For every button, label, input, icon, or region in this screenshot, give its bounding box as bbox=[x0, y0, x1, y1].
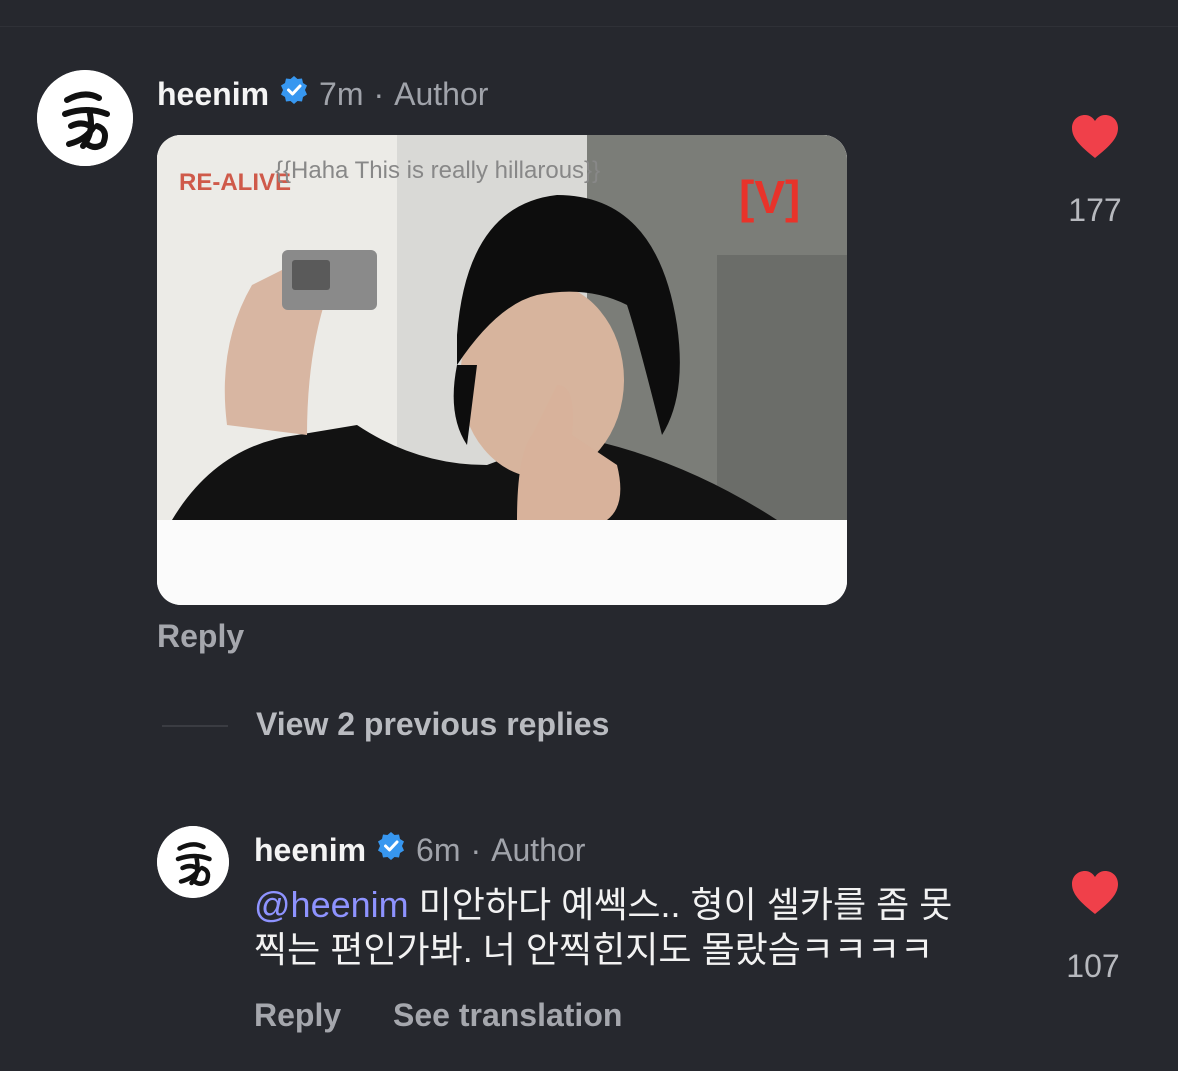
avatar-icon bbox=[157, 826, 229, 898]
separator: · bbox=[373, 75, 385, 112]
reply-like-button[interactable] bbox=[1070, 870, 1120, 921]
reply-avatar[interactable] bbox=[157, 826, 229, 898]
timestamp: 7m bbox=[319, 75, 364, 112]
reply-header: heenim 6m · Author bbox=[254, 830, 585, 870]
comment-header: heenim 7m · Author bbox=[157, 74, 488, 114]
reply-text-line2: 찍는 편인가봐. 너 안찍힌지도 몰랐슴ㅋㅋㅋㅋ bbox=[254, 929, 934, 970]
reply-reply-button[interactable]: Reply bbox=[254, 997, 341, 1034]
replies-divider bbox=[162, 725, 228, 727]
reply-text-line1: 미안하다 예쎅스.. 형이 셀카를 좀 못 bbox=[408, 884, 953, 925]
separator: · bbox=[470, 831, 482, 868]
verified-badge-icon bbox=[376, 831, 406, 869]
like-button[interactable] bbox=[1070, 114, 1120, 165]
channel-logo: [V] bbox=[739, 171, 800, 223]
top-divider bbox=[0, 26, 1178, 27]
heart-icon bbox=[1072, 115, 1118, 158]
username[interactable]: heenim bbox=[157, 76, 269, 113]
reply-like-count: 107 bbox=[1066, 948, 1120, 984]
heart-icon bbox=[1072, 871, 1118, 914]
gif-caption: {{Haha This is really hillarous}} bbox=[275, 157, 600, 184]
see-translation-button[interactable]: See translation bbox=[393, 997, 622, 1034]
reply-author-label: Author bbox=[491, 831, 586, 868]
avatar-icon bbox=[37, 70, 133, 166]
avatar[interactable] bbox=[37, 70, 133, 166]
reply-timestamp: 6m bbox=[416, 831, 461, 868]
comment-gif[interactable]: RE-ALIVE {{Haha This is really hillarous… bbox=[157, 135, 847, 605]
reply-username[interactable]: heenim bbox=[254, 832, 366, 869]
author-label: Author bbox=[394, 75, 489, 112]
reply-button[interactable]: Reply bbox=[157, 618, 244, 655]
like-count: 177 bbox=[1068, 192, 1122, 228]
view-previous-replies[interactable]: View 2 previous replies bbox=[256, 706, 609, 743]
reply-body: @heenim 미안하다 예쎅스.. 형이 셀카를 좀 못 찍는 편인가봐. 너… bbox=[254, 882, 1014, 972]
verified-badge-icon bbox=[279, 75, 309, 113]
mention-link[interactable]: @heenim bbox=[254, 884, 409, 925]
